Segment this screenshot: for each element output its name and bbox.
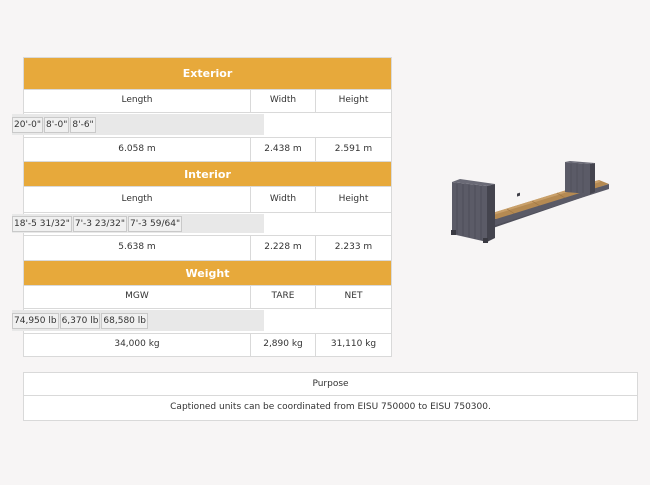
weight-header-row: MGW TARE NET: [24, 286, 391, 309]
weight-net-imperial: 68,580 lb: [101, 312, 148, 329]
interior-width-metric: 2.228 m: [251, 236, 316, 260]
weight-tare-imperial: 6,370 lb: [59, 312, 101, 329]
exterior-height-imperial: 8'-6": [70, 116, 96, 133]
weight-metric-row: 34,000 kg 2,890 kg 31,110 kg: [24, 334, 391, 356]
weight-mgw-header: MGW: [24, 286, 251, 308]
interior-height-metric: 2.233 m: [334, 242, 373, 252]
weight-tare-metric: 2,890 kg: [251, 334, 316, 356]
exterior-imperial-values: 20'-0" 8'-0" 8'-6": [12, 114, 264, 135]
weight-mgw-metric: 34,000 kg: [24, 334, 251, 356]
exterior-metric-row: 6.058 m 2.438 m 2.591 m: [24, 138, 391, 162]
interior-imperial-values: 18'-5 31/32" 7'-3 23/32" 7'-3 59/64": [12, 214, 264, 233]
weight-heading: Weight: [24, 261, 391, 286]
interior-metric-row: 5.638 m 2.228 m 2.233 m: [24, 236, 391, 261]
exterior-width-metric: 2.438 m: [251, 138, 316, 161]
exterior-length-metric: 6.058 m: [24, 138, 251, 161]
spec-table: Exterior Length Width Height 20'-0" 8'-0…: [12, 57, 392, 357]
exterior-height-metric: 2.591 m: [334, 144, 373, 154]
weight-net-metric: 31,110 kg: [330, 339, 377, 349]
flat-rack-container-image: [451, 161, 609, 243]
weight-imperial-row: 74,950 lb 6,370 lb 68,580 lb: [12, 309, 391, 334]
interior-header-row: Length Width Height: [24, 187, 391, 213]
interior-height-header: Height: [338, 194, 369, 204]
purpose-text: Captioned units can be coordinated from …: [170, 402, 491, 412]
exterior-length-imperial: 20'-0": [12, 116, 44, 133]
interior-length-header: Length: [24, 187, 251, 212]
exterior-header-row: Length Width Height: [24, 90, 391, 113]
exterior-height-header: Height: [338, 95, 369, 105]
interior-length-imperial: 18'-5 31/32": [12, 215, 72, 232]
weight-tare-header: TARE: [251, 286, 316, 308]
interior-width-imperial: 7'-3 23/32": [72, 215, 127, 232]
weight-imperial-values: 74,950 lb 6,370 lb 68,580 lb: [12, 310, 264, 331]
interior-height-imperial: 7'-3 59/64": [127, 215, 183, 232]
exterior-imperial-row: 20'-0" 8'-0" 8'-6": [12, 113, 391, 138]
exterior-width-header: Width: [251, 90, 316, 112]
interior-width-header: Width: [251, 187, 316, 212]
interior-imperial-row: 18'-5 31/32" 7'-3 23/32" 7'-3 59/64": [12, 213, 391, 236]
interior-length-metric: 5.638 m: [24, 236, 251, 260]
exterior-length-header: Length: [24, 90, 251, 112]
weight-mgw-imperial: 74,950 lb: [12, 312, 59, 329]
exterior-width-imperial: 8'-0": [44, 116, 70, 133]
weight-net-header: NET: [344, 291, 363, 301]
exterior-heading: Exterior: [24, 58, 391, 90]
interior-heading: Interior: [24, 162, 391, 187]
purpose-header: Purpose: [24, 373, 637, 396]
purpose-table: Purpose Captioned units can be coordinat…: [23, 372, 638, 421]
